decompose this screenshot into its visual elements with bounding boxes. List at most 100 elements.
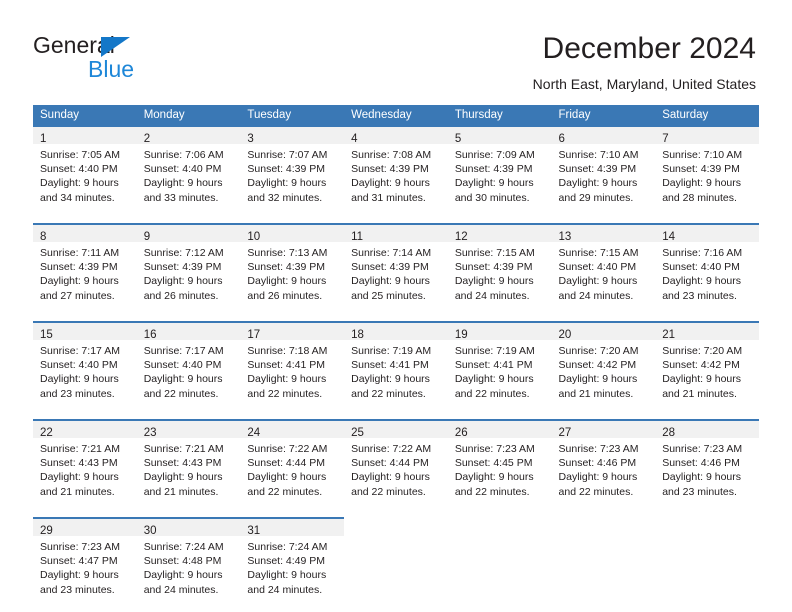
daylight-text-line1: Daylight: 9 hours	[247, 177, 327, 190]
day-cell[interactable]: 28 Sunrise: 7:23 AM Sunset: 4:46 PM Dayligh…	[655, 419, 759, 509]
page-subtitle: North East, Maryland, United States	[532, 76, 756, 92]
day-number: 14	[662, 231, 676, 243]
daylight-text-line2: and 30 minutes.	[454, 191, 530, 204]
day-cell[interactable]: 30 Sunrise: 7:24 AM Sunset: 4:48 PM Dayligh…	[136, 517, 241, 607]
day-cell[interactable]: 11 Sunrise: 7:14 AM Sunset: 4:39 PM Dayligh…	[344, 223, 448, 313]
sunset-text: Sunset: 4:45 PM	[454, 457, 533, 470]
day-cell[interactable]: 20 Sunrise: 7:20 AM Sunset: 4:42 PM Dayligh…	[551, 321, 656, 411]
day-cell[interactable]: 8 Sunrise: 7:11 AM Sunset: 4:39 PM Daylight…	[33, 223, 137, 313]
sunrise-text: Sunrise: 7:23 AM	[454, 443, 535, 455]
day-cell[interactable]: 24 Sunrise: 7:22 AM Sunset: 4:44 PM Dayligh…	[240, 419, 345, 509]
day-cell[interactable]: 13 Sunrise: 7:15 AM Sunset: 4:40 PM Dayligh…	[551, 223, 656, 313]
general-blue-logo[interactable]: General Blue	[33, 32, 243, 84]
calendar-table: Sunday Monday Tuesday Wednesday Thursday…	[33, 105, 759, 607]
day-cell[interactable]: 17 Sunrise: 7:18 AM Sunset: 4:41 PM Dayligh…	[240, 321, 345, 411]
day-number: 6	[558, 133, 565, 145]
sunrise-text: Sunrise: 7:07 AM	[247, 149, 328, 161]
daylight-text-line2: and 28 minutes.	[662, 191, 737, 204]
day-info: Sunrise: 7:17 AM Sunset: 4:40 PM Daylight:…	[137, 340, 241, 401]
day-info: Sunrise: 7:13 AM Sunset: 4:39 PM Daylight:…	[240, 242, 344, 303]
day-cell[interactable]: 31 Sunrise: 7:24 AM Sunset: 4:49 PM Dayligh…	[240, 517, 345, 607]
day-cell[interactable]: 12 Sunrise: 7:15 AM Sunset: 4:39 PM Dayligh…	[447, 223, 552, 313]
daylight-text-line1: Daylight: 9 hours	[247, 471, 327, 484]
sunset-text: Sunset: 4:39 PM	[454, 163, 533, 176]
day-cell[interactable]: 18 Sunrise: 7:19 AM Sunset: 4:41 PM Dayligh…	[344, 321, 448, 411]
day-number-band: 27	[551, 421, 656, 439]
daylight-text-line2: and 21 minutes.	[558, 387, 634, 400]
daylight-text-line2: and 31 minutes.	[351, 191, 426, 204]
day-number-band: 31	[240, 519, 345, 537]
day-info: Sunrise: 7:21 AM Sunset: 4:43 PM Daylight:…	[33, 438, 137, 499]
day-number-band: 15	[33, 323, 137, 341]
day-cell[interactable]: 22 Sunrise: 7:21 AM Sunset: 4:43 PM Dayligh…	[33, 419, 137, 509]
day-number-band: 11	[344, 225, 448, 243]
day-info: Sunrise: 7:24 AM Sunset: 4:48 PM Daylight:…	[137, 536, 241, 597]
calendar-week-row: 8 Sunrise: 7:11 AM Sunset: 4:39 PM Daylight…	[33, 223, 759, 313]
day-cell[interactable]: 25 Sunrise: 7:22 AM Sunset: 4:44 PM Dayligh…	[344, 419, 448, 509]
day-cell[interactable]: 23 Sunrise: 7:21 AM Sunset: 4:43 PM Dayligh…	[136, 419, 241, 509]
day-cell[interactable]: 29 Sunrise: 7:23 AM Sunset: 4:47 PM Dayligh…	[33, 517, 137, 607]
day-cell[interactable]: 16 Sunrise: 7:17 AM Sunset: 4:40 PM Dayligh…	[136, 321, 241, 411]
day-info: Sunrise: 7:15 AM Sunset: 4:39 PM Daylight:…	[448, 242, 552, 303]
sunrise-text: Sunrise: 7:23 AM	[662, 443, 743, 455]
daylight-text-line1: Daylight: 9 hours	[662, 275, 742, 288]
day-cell[interactable]: 21 Sunrise: 7:20 AM Sunset: 4:42 PM Dayligh…	[655, 321, 759, 411]
day-info: Sunrise: 7:15 AM Sunset: 4:40 PM Daylight:…	[552, 242, 656, 303]
day-cell[interactable]: 1 Sunrise: 7:05 AM Sunset: 4:40 PM Daylight…	[33, 125, 137, 215]
day-cell[interactable]: 27 Sunrise: 7:23 AM Sunset: 4:46 PM Dayligh…	[551, 419, 656, 509]
daylight-text-line1: Daylight: 9 hours	[40, 569, 119, 582]
day-cell[interactable]: 9 Sunrise: 7:12 AM Sunset: 4:39 PM Daylight…	[136, 223, 241, 313]
week-spacer	[33, 411, 759, 420]
sunrise-text: Sunrise: 7:19 AM	[351, 345, 432, 357]
day-info: Sunrise: 7:11 AM Sunset: 4:39 PM Daylight:…	[33, 242, 137, 303]
sunset-text: Sunset: 4:46 PM	[558, 457, 637, 470]
sunrise-text: Sunrise: 7:24 AM	[247, 541, 328, 553]
sunset-text: Sunset: 4:40 PM	[40, 359, 118, 372]
sunset-text: Sunset: 4:43 PM	[143, 457, 222, 470]
daylight-text-line2: and 24 minutes.	[454, 289, 530, 302]
daylight-text-line1: Daylight: 9 hours	[143, 471, 223, 484]
sunset-text: Sunset: 4:44 PM	[351, 457, 429, 470]
day-cell[interactable]: 10 Sunrise: 7:13 AM Sunset: 4:39 PM Dayligh…	[240, 223, 345, 313]
day-info: Sunrise: 7:10 AM Sunset: 4:39 PM Daylight:…	[655, 144, 759, 205]
daylight-text-line1: Daylight: 9 hours	[40, 373, 119, 386]
sunrise-text: Sunrise: 7:16 AM	[662, 247, 743, 259]
day-cell[interactable]: 5 Sunrise: 7:09 AM Sunset: 4:39 PM Daylight…	[447, 125, 552, 215]
day-cell[interactable]: 19 Sunrise: 7:19 AM Sunset: 4:41 PM Dayligh…	[447, 321, 552, 411]
day-cell[interactable]: 15 Sunrise: 7:17 AM Sunset: 4:40 PM Dayligh…	[33, 321, 137, 411]
day-cell[interactable]: 26 Sunrise: 7:23 AM Sunset: 4:45 PM Dayligh…	[447, 419, 552, 509]
week-spacer-cell	[33, 313, 759, 322]
day-number-band: 4	[344, 127, 448, 145]
day-info: Sunrise: 7:23 AM Sunset: 4:46 PM Daylight:…	[655, 438, 759, 499]
day-number-band: 8	[33, 225, 137, 243]
weekday-header-row: Sunday Monday Tuesday Wednesday Thursday…	[33, 105, 759, 126]
sunset-text: Sunset: 4:46 PM	[662, 457, 740, 470]
daylight-text-line2: and 22 minutes.	[247, 387, 323, 400]
day-number-band: 9	[136, 225, 241, 243]
day-cell[interactable]: 6 Sunrise: 7:10 AM Sunset: 4:39 PM Daylight…	[551, 125, 656, 215]
daylight-text-line1: Daylight: 9 hours	[143, 569, 223, 582]
sunrise-text: Sunrise: 7:24 AM	[143, 541, 224, 553]
day-number: 12	[454, 231, 468, 243]
day-number: 21	[662, 329, 676, 341]
sunset-text: Sunset: 4:40 PM	[558, 261, 637, 274]
calendar-container: Sunday Monday Tuesday Wednesday Thursday…	[33, 105, 759, 607]
day-number: 30	[143, 525, 157, 537]
daylight-text-line2: and 22 minutes.	[558, 485, 634, 498]
daylight-text-line1: Daylight: 9 hours	[351, 275, 430, 288]
day-cell[interactable]: 7 Sunrise: 7:10 AM Sunset: 4:39 PM Daylight…	[655, 125, 759, 215]
day-number-band: 10	[240, 225, 345, 243]
day-cell[interactable]: 2 Sunrise: 7:06 AM Sunset: 4:40 PM Daylight…	[136, 125, 241, 215]
day-cell[interactable]: 3 Sunrise: 7:07 AM Sunset: 4:39 PM Daylight…	[240, 125, 345, 215]
sunset-text: Sunset: 4:49 PM	[247, 555, 326, 568]
sunrise-text: Sunrise: 7:23 AM	[40, 541, 120, 553]
sunset-text: Sunset: 4:40 PM	[143, 163, 222, 176]
daylight-text-line2: and 21 minutes.	[662, 387, 737, 400]
calendar-body: 1 Sunrise: 7:05 AM Sunset: 4:40 PM Daylight…	[33, 125, 759, 607]
day-number-band	[655, 519, 759, 536]
sunrise-text: Sunrise: 7:17 AM	[143, 345, 224, 357]
day-cell[interactable]: 14 Sunrise: 7:16 AM Sunset: 4:40 PM Dayligh…	[655, 223, 759, 313]
day-cell[interactable]: 4 Sunrise: 7:08 AM Sunset: 4:39 PM Daylight…	[344, 125, 448, 215]
day-number: 19	[454, 329, 468, 341]
day-number: 10	[247, 231, 261, 243]
